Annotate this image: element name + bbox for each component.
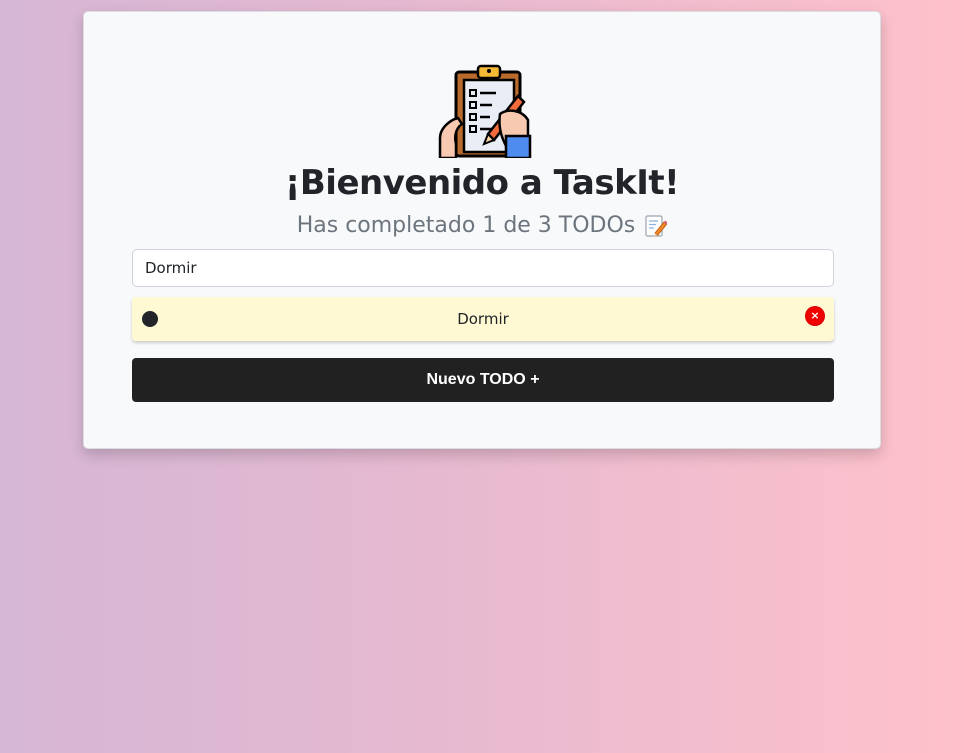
progress-text: Has completado 1 de 3 TODOs: [296, 213, 636, 238]
close-icon: ×: [810, 309, 820, 322]
delete-todo-button[interactable]: ×: [806, 307, 824, 325]
new-todo-button[interactable]: Nuevo TODO +: [132, 358, 834, 402]
todo-item[interactable]: Dormir ×: [132, 297, 834, 341]
page-title: ¡Bienvenido a TaskIt!: [284, 163, 680, 203]
main-card: ¡Bienvenido a TaskIt! Has completado 1 d…: [83, 11, 881, 449]
todo-text: Dormir: [457, 310, 509, 328]
progress-subtitle: Has completado 1 de 3 TODOs: [84, 210, 880, 242]
search-input[interactable]: [132, 249, 834, 287]
clipboard-checklist-icon: [438, 64, 532, 158]
memo-icon: [645, 215, 668, 237]
